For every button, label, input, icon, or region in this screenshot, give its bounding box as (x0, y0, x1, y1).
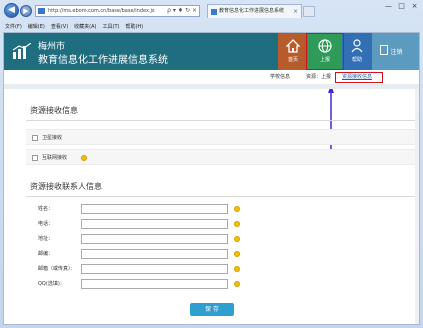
menu-file[interactable]: 文件(F) (5, 22, 22, 32)
app-title: 教育信息化工作进展信息系统 (38, 55, 168, 66)
highlight-box-online (306, 33, 344, 70)
forward-button[interactable]: ▶ (20, 5, 32, 17)
field-label: 邮编： (38, 251, 54, 257)
satellite-receive-row: 卫星接收 (26, 129, 418, 145)
field-label: QQ(选填)： (38, 281, 65, 287)
address-bar[interactable]: http://ms.ebom.com.cn/base/base/index.js… (35, 5, 200, 17)
app-header: 梅州市 教育信息化工作进展信息系统 首页 上报 帮助 注销 (4, 33, 419, 70)
field-label: 电话： (38, 221, 54, 227)
menu-help[interactable]: 帮助(H) (125, 22, 143, 32)
internet-label: 互联网接收 (42, 155, 68, 161)
nav-help-label: 帮助 (351, 57, 362, 63)
field-label: 姓名： (38, 206, 54, 212)
minimize-button[interactable]: — (384, 2, 393, 11)
menu-favorites[interactable]: 收藏夹(A) (74, 22, 96, 32)
menu-edit[interactable]: 编辑(E) (28, 22, 45, 32)
nav-home-label: 首页 (287, 57, 298, 63)
sub-nav-resource-report[interactable]: 资源：上报 (306, 70, 331, 84)
field-label: 邮箱（或传真）： (38, 266, 76, 272)
menu-tools[interactable]: 工具(T) (103, 22, 120, 32)
window-controls: — □ × (384, 2, 419, 11)
postcode-input[interactable] (81, 249, 228, 259)
contact-section-title: 资源接收联系人信息 (30, 182, 102, 191)
satellite-checkbox[interactable] (32, 135, 38, 141)
form-row-address: 地址： (26, 233, 418, 246)
browser-window: ◀ ▶ http://ms.ebom.com.cn/base/base/inde… (0, 0, 423, 328)
menu-bar: 文件(F) 编辑(E) 查看(V) 收藏夹(A) 工具(T) 帮助(H) (0, 22, 423, 32)
browser-toolbar: ◀ ▶ http://ms.ebom.com.cn/base/base/inde… (0, 0, 423, 22)
maximize-button[interactable]: □ (397, 2, 406, 11)
highlight-box-subnav (335, 72, 383, 83)
form-row-qq: QQ(选填)： (26, 278, 418, 291)
required-dot-icon (234, 266, 240, 272)
required-dot-icon (81, 155, 87, 161)
web-page: 梅州市 教育信息化工作进展信息系统 首页 上报 帮助 注销 学校信息 资源：上报… (3, 32, 420, 325)
tab-title: 教育信息化工作进展信息系统 (219, 8, 285, 14)
browser-tab[interactable]: 教育信息化工作进展信息系统 × (207, 4, 302, 18)
email-input[interactable] (81, 264, 228, 274)
address-text: http://ms.ebom.com.cn/base/base/index.js (48, 8, 155, 14)
required-dot-icon (234, 221, 240, 227)
new-tab-button[interactable] (303, 6, 315, 17)
chart-logo-icon (12, 43, 32, 59)
qq-input[interactable] (81, 279, 228, 289)
required-dot-icon (234, 236, 240, 242)
internet-checkbox[interactable] (32, 155, 38, 161)
vertical-scrollbar[interactable] (415, 89, 419, 324)
address-tools[interactable]: ρ ▾ ♦ ↻ × (167, 6, 197, 16)
nav-help[interactable]: 帮助 (342, 33, 372, 70)
required-dot-icon (234, 281, 240, 287)
form-row-postcode: 邮编： (26, 248, 418, 261)
required-dot-icon (234, 251, 240, 257)
section-rule (26, 120, 418, 121)
form-row-name: 姓名： (26, 203, 418, 216)
home-icon (286, 39, 300, 53)
close-button[interactable]: × (410, 2, 419, 11)
sub-nav-school-info[interactable]: 学校信息 (270, 70, 290, 84)
tab-favicon-icon (211, 9, 217, 15)
tab-close-icon[interactable]: × (293, 5, 298, 18)
page-favicon-icon (38, 8, 45, 14)
user-icon (351, 39, 363, 53)
internet-receive-row: 互联网接收 (26, 149, 418, 165)
required-dot-icon (234, 206, 240, 212)
save-button[interactable]: 保 存 (190, 303, 234, 316)
field-label: 地址： (38, 236, 54, 242)
nav-logout-label: 注销 (390, 49, 403, 56)
back-button[interactable]: ◀ (4, 3, 19, 18)
phone-input[interactable] (81, 219, 228, 229)
form-row-phone: 电话： (26, 218, 418, 231)
content-divider (4, 84, 419, 89)
resource-section-title: 资源接收信息 (30, 106, 78, 115)
section-rule (26, 196, 418, 197)
menu-view[interactable]: 查看(V) (51, 22, 68, 32)
name-input[interactable] (81, 204, 228, 214)
nav-home[interactable]: 首页 (278, 33, 308, 70)
form-row-email: 邮箱（或传真）： (26, 263, 418, 276)
satellite-label: 卫星接收 (42, 135, 63, 141)
address-input[interactable] (81, 234, 228, 244)
nav-logout[interactable]: 注销 (372, 33, 419, 70)
